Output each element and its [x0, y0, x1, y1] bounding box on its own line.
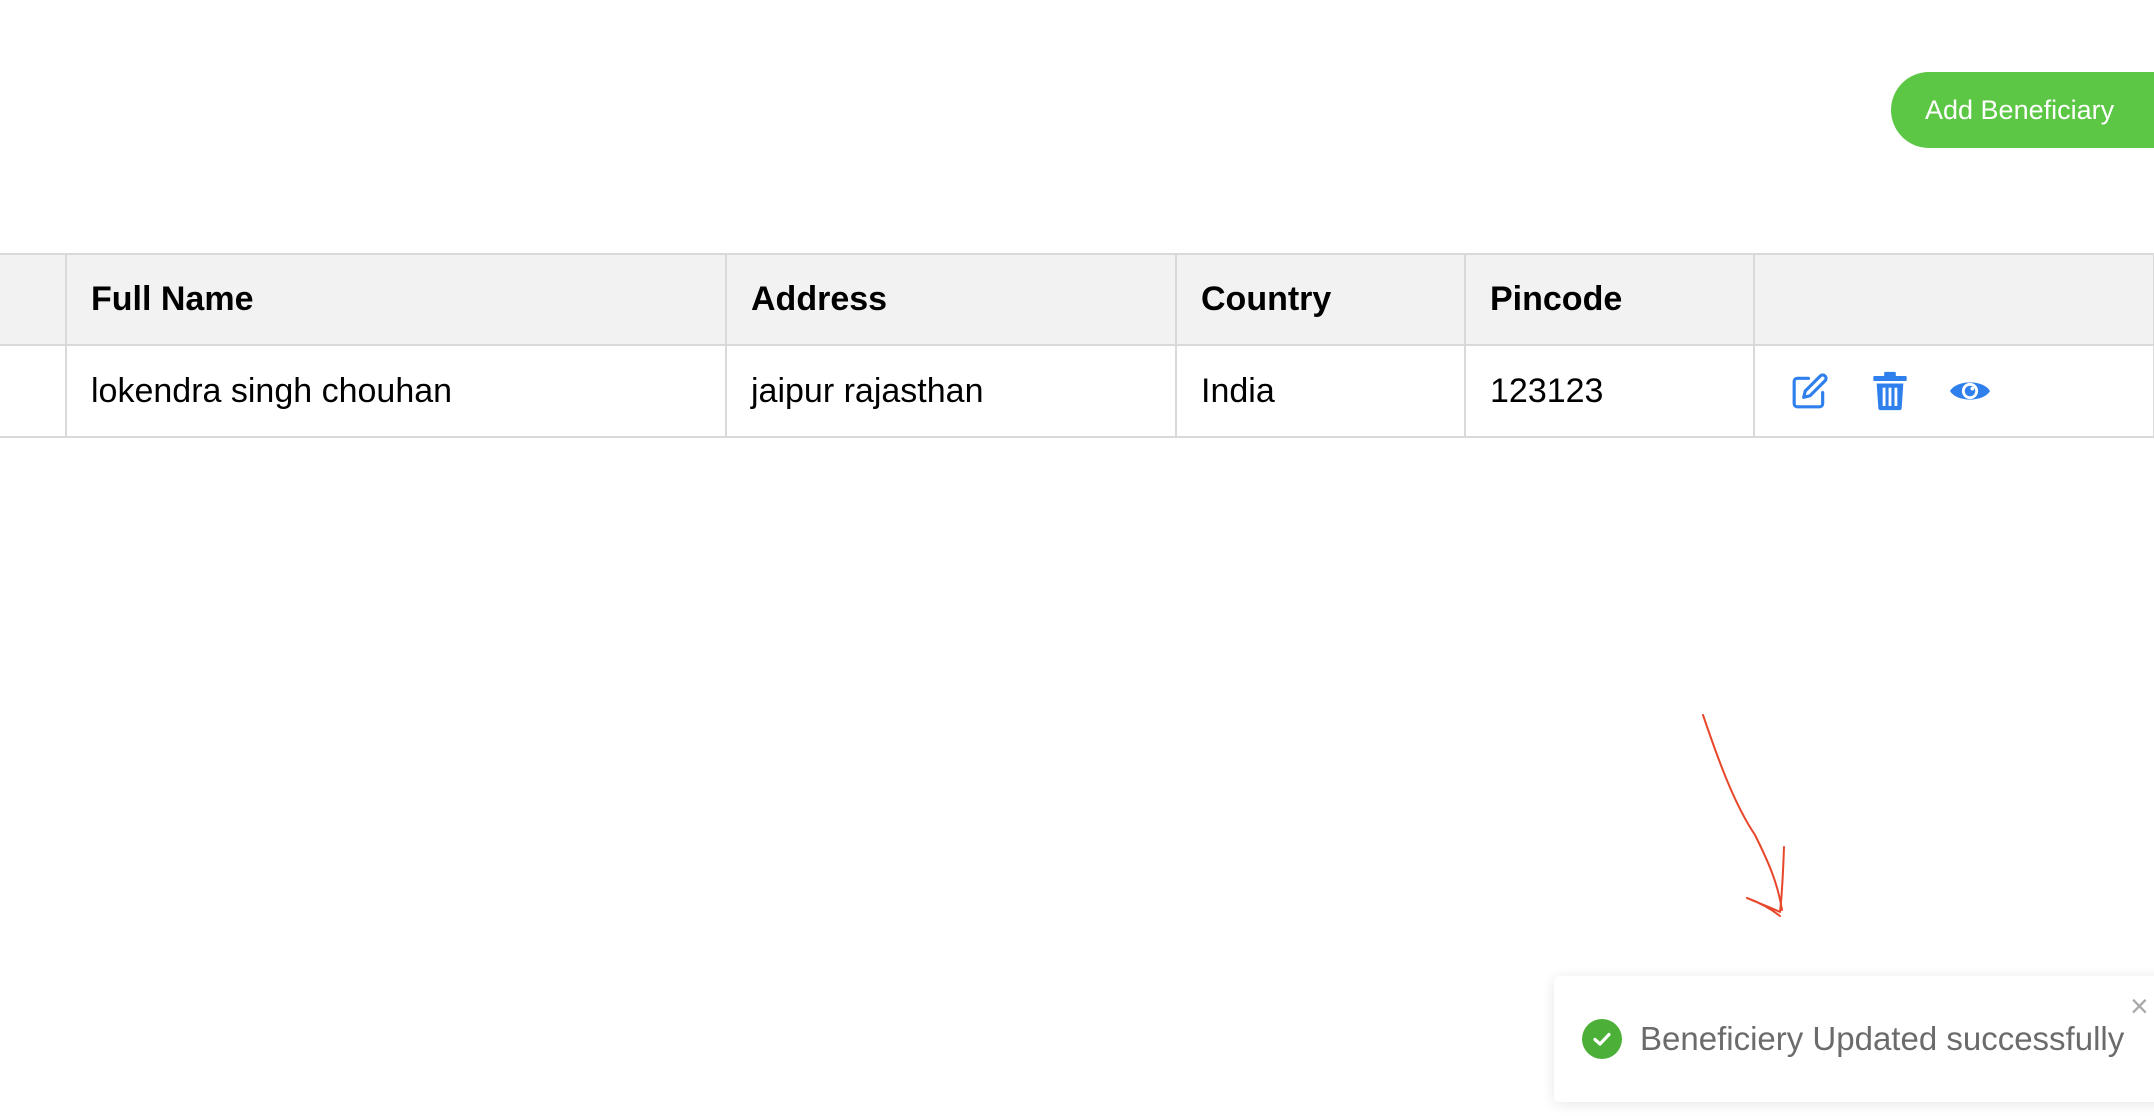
eye-icon[interactable] — [1949, 370, 1991, 412]
beneficiary-table: Full Name Address Country Pincode lokend… — [0, 253, 2154, 438]
cell-full-name: lokendra singh chouhan — [65, 344, 727, 438]
cell-pincode: 123123 — [1464, 344, 1755, 438]
column-header-address: Address — [725, 253, 1177, 346]
close-icon[interactable]: × — [2130, 990, 2149, 1022]
column-header-actions — [1753, 253, 2154, 346]
cell-index — [0, 344, 67, 438]
page: Add Beneficiary Full Name Address Countr… — [0, 0, 2154, 1116]
table-row: lokendra singh chouhan jaipur rajasthan … — [0, 344, 2154, 438]
success-toast: Beneficiery Updated successfully × — [1554, 976, 2154, 1102]
column-header-index — [0, 253, 67, 346]
column-header-full-name: Full Name — [65, 253, 727, 346]
cell-address: jaipur rajasthan — [725, 344, 1177, 438]
add-beneficiary-button[interactable]: Add Beneficiary — [1891, 72, 2154, 148]
trash-icon[interactable] — [1869, 370, 1911, 412]
column-header-country: Country — [1175, 253, 1466, 346]
edit-icon[interactable] — [1789, 370, 1831, 412]
column-header-pincode: Pincode — [1464, 253, 1755, 346]
beneficiary-table-container: Full Name Address Country Pincode lokend… — [0, 253, 2154, 438]
check-circle-icon — [1582, 1019, 1622, 1059]
table-header-row: Full Name Address Country Pincode — [0, 253, 2154, 346]
toast-message: Beneficiery Updated successfully — [1640, 1020, 2125, 1057]
cell-actions — [1753, 344, 2154, 438]
row-actions — [1779, 370, 2129, 412]
cell-country: India — [1175, 344, 1466, 438]
annotation-arrow — [1702, 714, 1785, 917]
